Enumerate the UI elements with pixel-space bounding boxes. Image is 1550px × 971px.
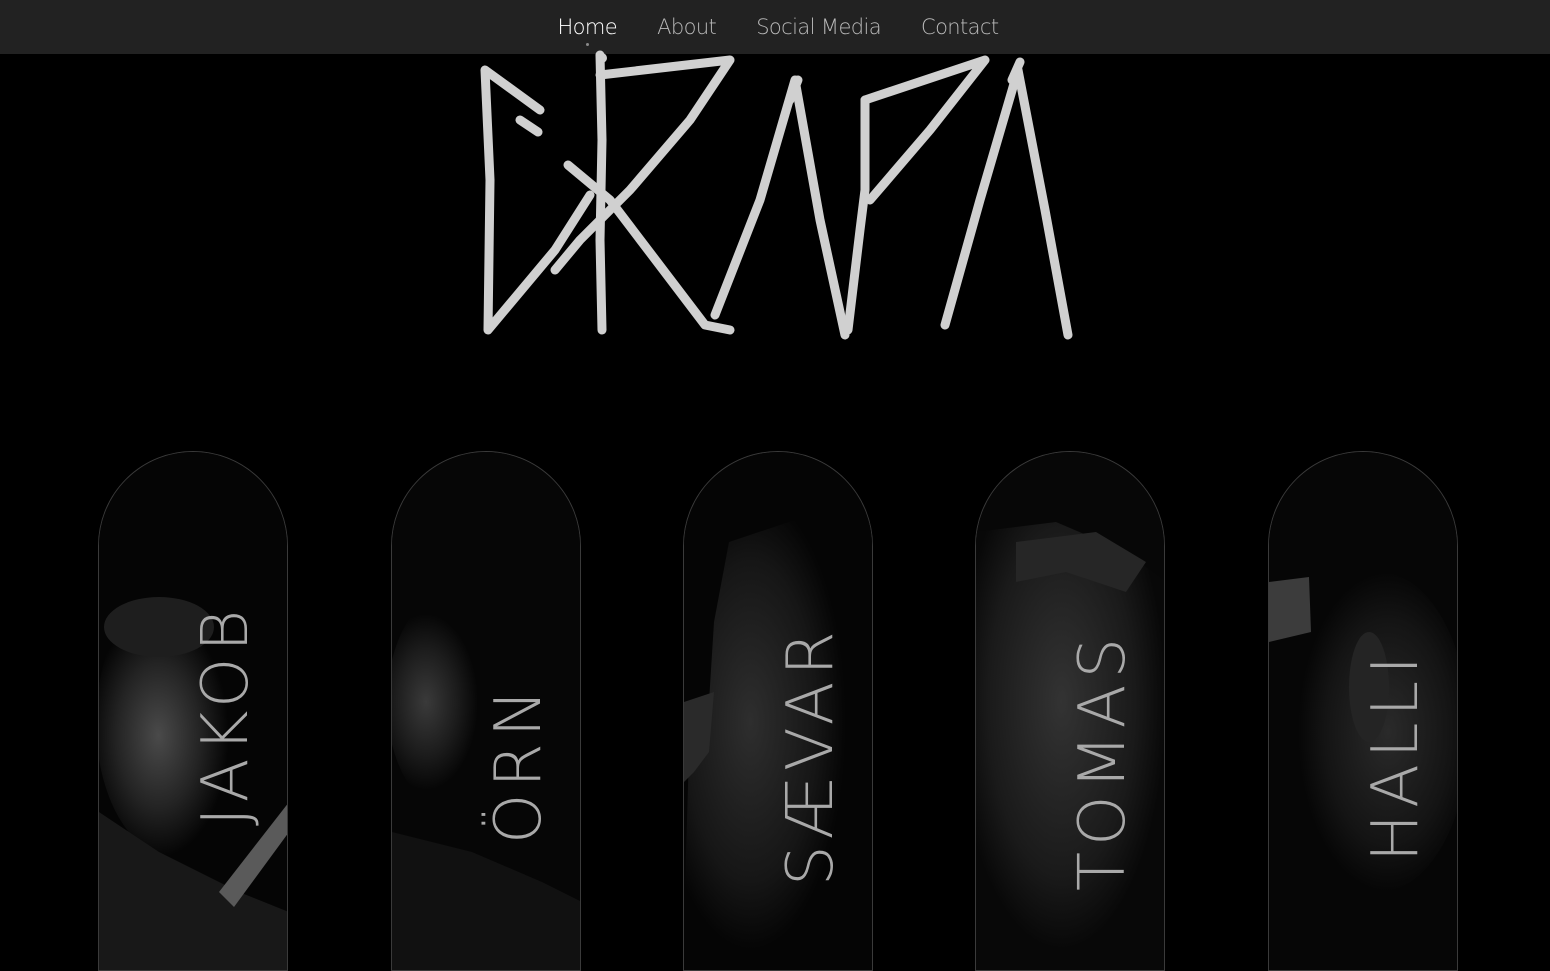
member-card-jakob[interactable]: JAKOB — [98, 451, 288, 971]
member-name-orn: ÖRN — [482, 683, 556, 844]
member-name-tomas: TOMAS — [1066, 631, 1140, 891]
member-name-jakob: JAKOB — [189, 603, 263, 826]
member-card-saevar[interactable]: SÆVAR — [683, 451, 873, 971]
member-name-halli: HALLI — [1359, 649, 1433, 862]
member-name-saevar: SÆVAR — [774, 625, 848, 886]
member-card-orn[interactable]: ÖRN — [391, 451, 581, 971]
band-members-section: JAKOB ÖRN SÆVAR TOMAS HALLI — [0, 0, 1550, 971]
member-card-tomas[interactable]: TOMAS — [975, 451, 1165, 971]
member-card-halli[interactable]: HALLI — [1268, 451, 1458, 971]
